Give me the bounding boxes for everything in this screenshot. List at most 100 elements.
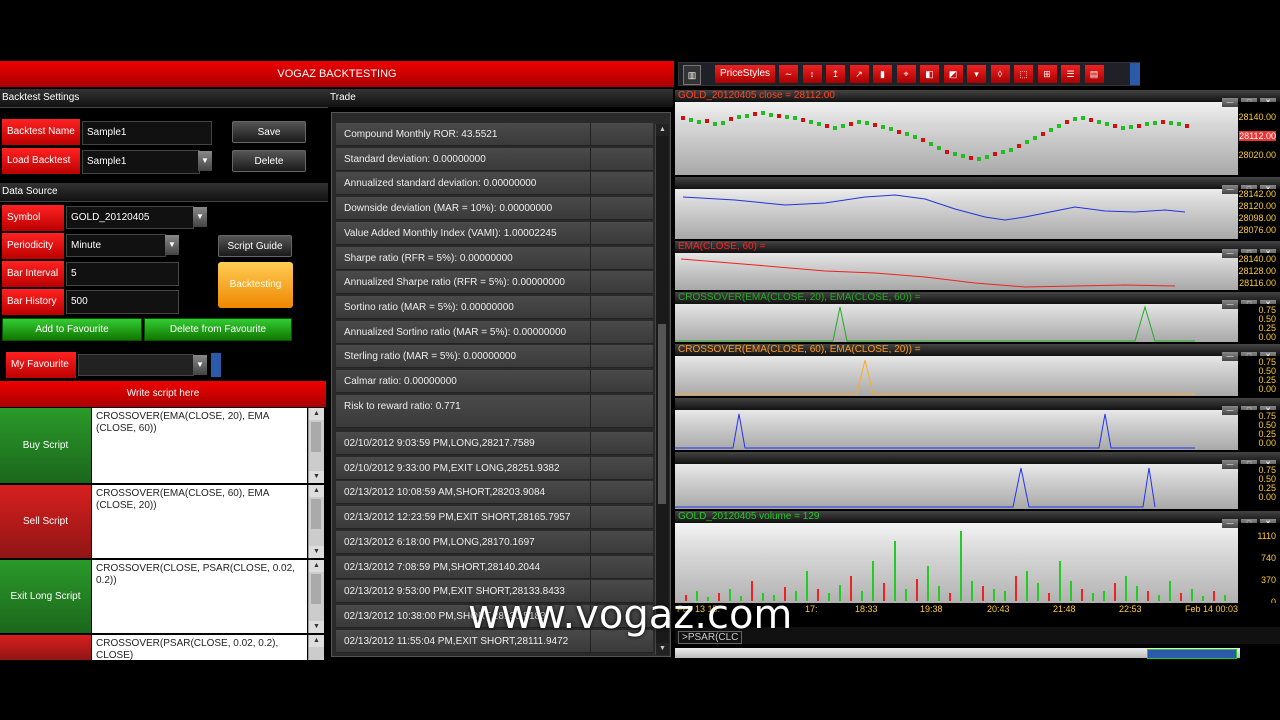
y-label: 28076.00 — [1238, 225, 1276, 235]
bar-history-input[interactable]: 500 — [66, 290, 179, 314]
lines-icon[interactable]: ☰ — [1061, 65, 1080, 83]
vertical-line-icon[interactable]: ↕ — [802, 65, 822, 83]
trade-stat-row: Annualized Sharpe ratio (RFR = 5%): 0.00… — [336, 271, 653, 295]
scroll-up-icon[interactable]: ▲ — [309, 635, 324, 647]
scroll-down-icon[interactable]: ▼ — [656, 643, 669, 655]
candle — [1049, 128, 1053, 132]
trade-stat-row: Sterling ratio (MAR = 5%): 0.00000000 — [336, 345, 653, 369]
script-scrollbar[interactable]: ▲ ▼ — [308, 408, 324, 483]
sma-chart-panel[interactable]: —□✕ 28142.00 28120.00 28098.00 28076.00 — [675, 177, 1280, 239]
trade-row[interactable]: 02/13/2012 10:08:59 AM,SHORT,28203.9084 — [336, 481, 653, 505]
scroll-thumb[interactable] — [311, 422, 321, 452]
crossover2-y-axis: 0.75 0.50 0.25 0.00 — [1238, 356, 1280, 396]
arrow-up-icon[interactable]: ↥ — [826, 65, 845, 83]
watermark-text: www.vogaz.com — [468, 592, 793, 638]
crossover4-chart-panel[interactable]: —□✕ 0.75 0.50 0.25 0.00 — [675, 452, 1280, 509]
chart-toolbar: ▥ PriceStyles ∼ ↕ ↥ ↗ ▮ ⌖ ◧ ◩ ▾ ◊ ⬚ ⊞ ☰ ▤ — [678, 62, 1140, 86]
scroll-down-icon[interactable]: ▼ — [309, 546, 324, 558]
load-backtest-select[interactable]: Sample1 — [82, 150, 200, 174]
favourite-scroll-handle[interactable] — [211, 353, 221, 377]
script-textarea[interactable]: CROSSOVER(EMA(CLOSE, 20), EMA (CLOSE, 60… — [92, 408, 307, 483]
trade-row[interactable]: 02/10/2012 9:03:59 PM,LONG,28217.7589 — [336, 432, 653, 455]
bar-icon[interactable]: ▮ — [873, 65, 892, 83]
rectangle-icon[interactable]: ⬚ — [1014, 65, 1033, 83]
scroll-down-icon[interactable]: ▼ — [309, 471, 324, 483]
volume-bar — [883, 583, 885, 601]
script-scrollbar[interactable]: ▲ ▼ — [308, 560, 324, 633]
add-to-favourite-button[interactable]: Add to Favourite — [2, 318, 142, 341]
diamond-icon[interactable]: ◊ — [990, 65, 1010, 83]
chevron-down-icon[interactable]: ▼ — [198, 151, 212, 171]
crossover1-chart-title: CROSSOVER(EMA(CLOSE, 20), EMA(CLOSE, 60)… — [678, 292, 921, 303]
channel-icon[interactable]: ◩ — [943, 65, 963, 83]
volume-bar — [1103, 591, 1105, 601]
price-styles-button[interactable]: PriceStyles — [715, 65, 775, 83]
scroll-down-icon[interactable]: ▼ — [309, 621, 324, 633]
script-textarea[interactable]: CROSSOVER(PSAR(CLOSE, 0.02, 0.2), CLOSE) — [92, 635, 307, 661]
price-chart-panel[interactable]: GOLD_20120405 close = 28112.00 —□✕ 28140… — [675, 90, 1280, 175]
bar-interval-input[interactable]: 5 — [66, 262, 179, 286]
trade-row[interactable]: 02/13/2012 12:23:59 PM,EXIT SHORT,28165.… — [336, 506, 653, 530]
scroll-thumb[interactable] — [658, 324, 666, 504]
script-label: Sell Script — [0, 485, 91, 558]
trend-line-icon[interactable]: ↗ — [849, 65, 869, 83]
candle — [1153, 121, 1157, 125]
candle — [953, 152, 957, 156]
crossover4-y-axis: 0.75 0.50 0.25 0.00 — [1238, 464, 1280, 509]
backtesting-button[interactable]: Backtesting — [218, 262, 293, 308]
script-scrollbar[interactable]: ▲ — [308, 635, 324, 660]
script-scrollbar[interactable]: ▲ ▼ — [308, 485, 324, 558]
candle — [817, 122, 821, 126]
grid-icon[interactable]: ⊞ — [1037, 65, 1057, 83]
crosshair-icon[interactable]: ⌖ — [896, 65, 916, 83]
table-icon[interactable]: ▤ — [1084, 65, 1104, 83]
script-guide-button[interactable]: Script Guide — [218, 235, 292, 257]
script-editor-header: Write script here — [0, 381, 326, 407]
candle — [1177, 122, 1181, 126]
delete-button[interactable]: Delete — [232, 150, 306, 172]
trade-row[interactable]: 02/13/2012 6:18:00 PM,LONG,28170.1697 — [336, 530, 653, 554]
chevron-down-icon[interactable]: ▼ — [165, 235, 179, 255]
trade-row-text: 02/13/2012 7:08:59 PM,SHORT,28140.2044 — [344, 561, 541, 573]
crossover1-chart-panel[interactable]: CROSSOVER(EMA(CLOSE, 20), EMA(CLOSE, 60)… — [675, 292, 1280, 342]
trade-row[interactable]: 02/13/2012 7:08:59 PM,SHORT,28140.2044 — [336, 555, 653, 579]
delete-from-favourite-button[interactable]: Delete from Favourite — [144, 318, 292, 341]
candle — [865, 121, 869, 125]
candle — [777, 114, 781, 118]
candle — [873, 123, 877, 127]
fib-icon[interactable]: ◧ — [920, 65, 939, 83]
chart-horizontal-scrollbar[interactable] — [675, 648, 1240, 659]
script-textarea[interactable]: CROSSOVER(EMA(CLOSE, 60), EMA (CLOSE, 20… — [92, 485, 307, 558]
scroll-up-icon[interactable]: ▲ — [309, 560, 324, 572]
crossover3-chart-panel[interactable]: —□✕ 0.75 0.50 0.25 0.00 — [675, 398, 1280, 450]
chart-menu-icon[interactable]: ▥ — [683, 65, 701, 85]
trade-stat-row: Value Added Monthly Index (VAMI): 1.0000… — [336, 221, 653, 245]
chart-scroll-thumb[interactable] — [1147, 649, 1237, 659]
my-favourite-select[interactable] — [78, 354, 194, 376]
volume-chart-title: GOLD_20120405 volume = 129 — [678, 511, 820, 522]
toolbar-scroll-handle[interactable] — [1130, 63, 1140, 85]
wave-icon[interactable]: ∼ — [779, 65, 798, 83]
scroll-thumb[interactable] — [311, 574, 321, 604]
trade-row[interactable]: 02/10/2012 9:33:00 PM,EXIT LONG,28251.93… — [336, 456, 653, 480]
scroll-thumb[interactable] — [311, 499, 321, 529]
symbol-select[interactable]: GOLD_20120405 — [66, 206, 194, 229]
crossover3-line — [675, 413, 1195, 449]
crossover2-chart-panel[interactable]: CROSSOVER(EMA(CLOSE, 60), EMA(CLOSE, 20)… — [675, 344, 1280, 396]
scroll-up-icon[interactable]: ▲ — [656, 124, 669, 136]
save-button[interactable]: Save — [232, 121, 306, 143]
load-backtest-label: Load Backtest — [2, 148, 80, 174]
scroll-up-icon[interactable]: ▲ — [309, 408, 324, 420]
pitchfork-icon[interactable]: ▾ — [967, 65, 986, 83]
periodicity-select[interactable]: Minute — [66, 234, 166, 257]
chevron-down-icon[interactable]: ▼ — [193, 207, 207, 227]
volume-bar — [1213, 591, 1215, 601]
bar-interval-label: Bar Interval — [2, 261, 64, 287]
backtest-name-input[interactable]: Sample1 — [82, 121, 212, 145]
candle — [785, 115, 789, 119]
chevron-down-icon[interactable]: ▼ — [193, 355, 207, 375]
script-textarea[interactable]: CROSSOVER(CLOSE, PSAR(CLOSE, 0.02, 0.2)) — [92, 560, 307, 633]
scroll-up-icon[interactable]: ▲ — [309, 485, 324, 497]
ema-chart-panel[interactable]: EMA(CLOSE, 60) = —□✕ 28140.00 28128.00 2… — [675, 241, 1280, 290]
trade-scrollbar[interactable]: ▲ ▼ — [655, 124, 669, 655]
